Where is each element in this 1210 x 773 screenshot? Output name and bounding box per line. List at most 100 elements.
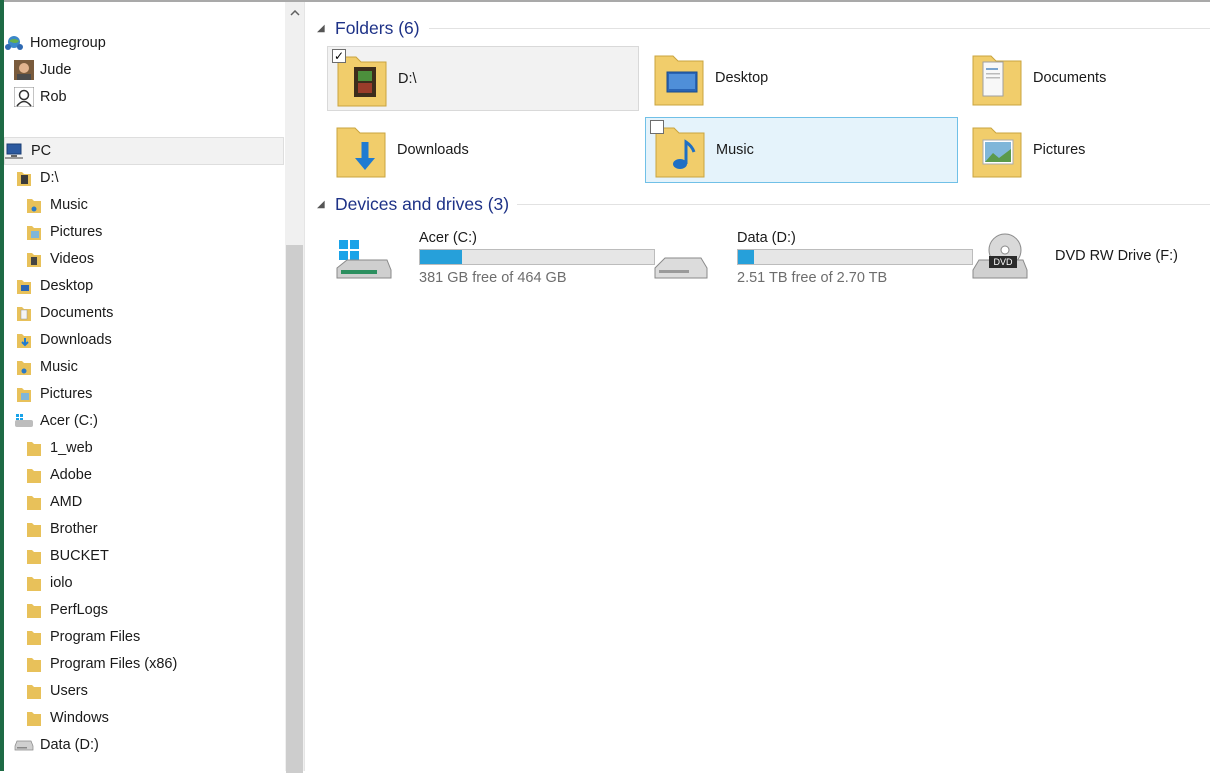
documents-folder-icon [969,46,1025,110]
nav-item-pictures[interactable]: Pictures [14,381,92,407]
drive-name: DVD RW Drive (F:) [1055,248,1178,264]
folder-name: D:\ [398,70,417,87]
folder-icon [24,600,44,620]
drive-tile-c[interactable]: Acer (C:) 381 GB free of 464 GB [327,226,655,290]
drive-usage-bar [737,249,973,265]
downloads-folder-icon [333,118,389,182]
nav-label: Jude [40,62,72,78]
folder-icon [24,465,44,485]
nav-item-c-folder[interactable]: Brother [24,516,98,542]
nav-item-d-drive[interactable]: D:\ [14,165,59,191]
nav-item-c-folder[interactable]: 1_web [24,435,93,461]
nav-item-c-folder[interactable]: Adobe [24,462,92,488]
drive-name: Acer (C:) [419,230,477,246]
nav-item-d-videos[interactable]: Videos [24,246,94,272]
nav-scrollbar[interactable] [285,2,304,773]
scroll-up-button[interactable] [285,2,304,24]
folder-tile-documents[interactable]: Documents [963,46,1210,110]
nav-label: Desktop [40,278,94,294]
nav-label: Music [50,197,88,213]
drive-name: Data (D:) [737,230,796,246]
nav-label: Homegroup [30,35,106,51]
nav-item-user-jude[interactable]: Jude [14,57,71,83]
drive-tile-f[interactable]: DVD DVD RW Drive (F:) [963,226,1210,290]
nav-label: Data (D:) [40,737,99,753]
nav-label: AMD [50,494,83,510]
pictures-folder-icon [24,222,44,242]
folder-tile-d-drive[interactable]: ✓ D:\ [327,46,639,111]
nav-label: Rob [40,89,67,105]
selection-checkbox[interactable] [650,120,664,134]
nav-item-c-folder[interactable]: iolo [24,570,73,596]
nav-label: Pictures [50,224,103,240]
nav-label: PC [31,143,52,159]
drive-usage-bar [419,249,655,265]
nav-label: Adobe [50,467,92,483]
nav-label: PerfLogs [50,602,109,618]
folder-name: Music [716,142,754,158]
nav-item-c-folder[interactable]: AMD [24,489,82,515]
scroll-thumb[interactable] [286,245,303,773]
nav-item-d-music[interactable]: Music [24,192,88,218]
homegroup-icon [4,33,24,53]
nav-item-c-folder[interactable]: BUCKET [24,543,109,569]
desktop-folder-icon [14,276,34,296]
pictures-folder-icon [14,384,34,404]
drive-free-space: 2.51 TB free of 2.70 TB [737,270,888,286]
nav-item-user-rob[interactable]: Rob [14,84,67,110]
content-pane: ◢ Folders (6) ✓ D:\ Desktop Documents Do… [305,2,1210,771]
nav-item-music[interactable]: Music [14,354,78,380]
dvd-drive-icon: DVD [969,232,1029,284]
drive-usage-fill [420,250,462,264]
folder-icon [24,519,44,539]
folder-icon [24,546,44,566]
hard-drive-icon [651,232,711,284]
folders-group-header[interactable]: ◢ Folders (6) [317,16,420,40]
nav-item-c-folder[interactable]: PerfLogs [24,597,108,623]
collapse-caret-icon[interactable]: ◢ [317,199,331,210]
group-divider [429,28,1210,29]
devices-group-header[interactable]: ◢ Devices and drives (3) [317,192,509,216]
nav-item-pc[interactable]: PC [4,137,284,165]
nav-label: Brother [50,521,98,537]
nav-item-data-drive[interactable]: Data (D:) [14,732,99,758]
folder-icon [24,492,44,512]
folder-icon [24,654,44,674]
pictures-folder-icon [969,118,1025,182]
music-folder-icon [24,195,44,215]
folder-name: Documents [1033,70,1107,86]
folder-tile-music[interactable]: Music [645,117,958,183]
drive-tile-d[interactable]: Data (D:) 2.51 TB free of 2.70 TB [645,226,973,290]
nav-label: Users [50,683,88,699]
nav-item-documents[interactable]: Documents [14,300,113,326]
folder-icon [24,438,44,458]
chevron-up-icon [289,10,300,16]
nav-item-c-folder[interactable]: Users [24,678,88,704]
videos-folder-icon [24,249,44,269]
nav-item-downloads[interactable]: Downloads [14,327,112,353]
drive-usage-fill [738,250,755,264]
nav-label: 1_web [50,440,93,456]
selection-checkbox[interactable]: ✓ [332,49,346,63]
folder-icon [14,168,34,188]
folder-tile-downloads[interactable]: Downloads [327,118,639,182]
nav-item-homegroup[interactable]: Homegroup [4,30,106,56]
documents-folder-icon [14,303,34,323]
folder-tile-pictures[interactable]: Pictures [963,118,1210,182]
nav-item-c-folder[interactable]: Program Files (x86) [24,651,177,677]
folder-tile-desktop[interactable]: Desktop [645,46,957,110]
folder-name: Downloads [397,142,469,158]
nav-item-c-folder[interactable]: Windows [24,705,109,731]
folder-icon [24,681,44,701]
nav-item-d-pictures[interactable]: Pictures [24,219,102,245]
hard-drive-icon [14,735,34,755]
folder-name: Desktop [715,70,769,86]
collapse-caret-icon[interactable]: ◢ [317,23,331,34]
dvd-label: DVD [993,257,1013,267]
group-title: Folders (6) [335,17,420,38]
nav-item-c-folder[interactable]: Program Files [24,624,140,650]
nav-item-c-drive[interactable]: Acer (C:) [14,408,98,434]
nav-item-desktop[interactable]: Desktop [14,273,93,299]
group-title: Devices and drives (3) [335,193,510,214]
nav-label: Music [40,359,78,375]
